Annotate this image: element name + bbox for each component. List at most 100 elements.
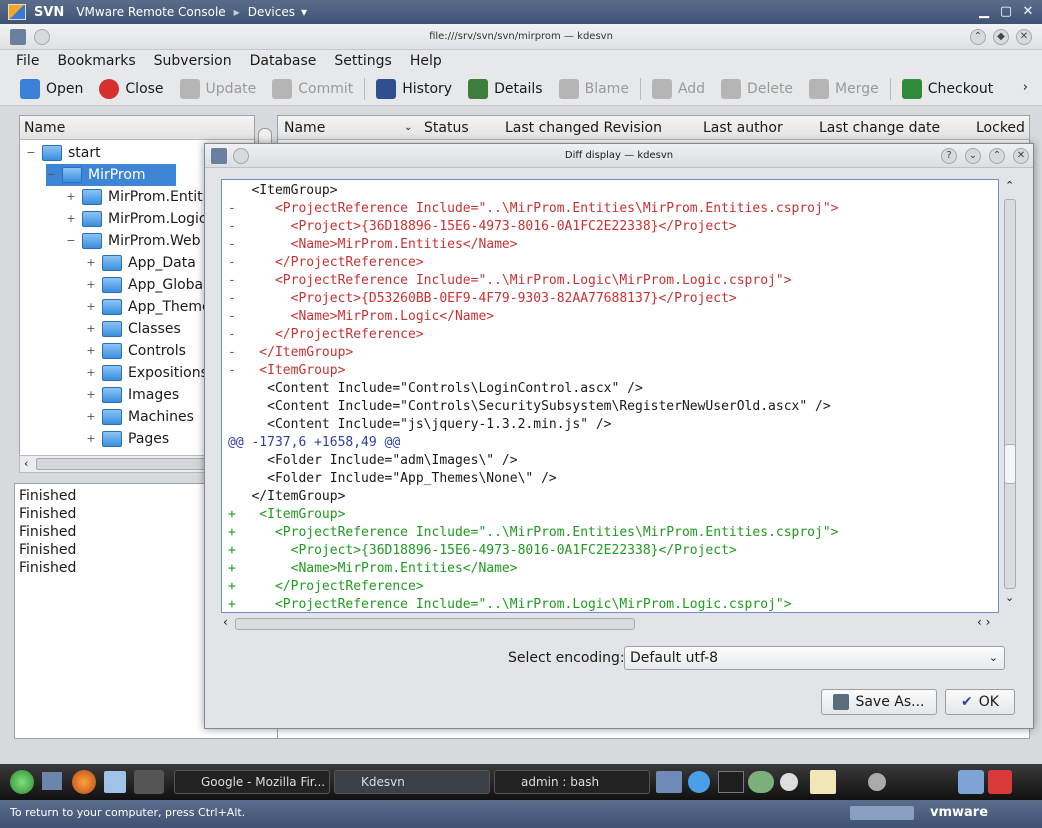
help-icon[interactable]: ? [941,148,957,164]
ok-button[interactable]: ✔ OK [945,689,1015,715]
update-button[interactable]: Update [172,74,265,104]
file-manager-icon[interactable] [104,771,126,793]
info-icon[interactable] [868,773,886,791]
expander-icon[interactable]: + [86,340,96,362]
devices-menu[interactable]: Devices [248,5,295,19]
menu-database[interactable]: Database [250,53,317,69]
close-icon[interactable]: ✕ [1016,29,1032,45]
diff-vertical-scrollbar[interactable]: ⌃ ⌄ [1001,179,1019,613]
tree-item[interactable]: + MirProm.Logic [66,208,207,230]
maximize-icon[interactable]: ⌃ [989,148,1005,164]
expander-icon[interactable]: − [26,142,36,164]
scroll-down-icon[interactable]: ⌄ [1005,591,1014,604]
sort-chevron-icon[interactable]: ⌄ [404,116,412,140]
close-icon[interactable]: ✕ [1013,148,1029,164]
menu-file[interactable]: File [16,53,39,69]
tree-item[interactable]: + Expositions [86,362,208,384]
tree-item[interactable]: − MirProm [46,164,176,186]
tree-item[interactable]: + Controls [86,340,186,362]
menu-subversion[interactable]: Subversion [154,53,232,69]
maximize-icon[interactable]: ▢ [998,3,1014,19]
lock-screen-icon[interactable] [958,770,984,794]
details-button[interactable]: Details [460,74,551,104]
expander-icon[interactable]: + [86,252,96,274]
expander-icon[interactable]: + [86,428,96,450]
checkout-button[interactable]: Checkout [894,74,1002,104]
column-status[interactable]: Status [424,116,469,140]
tree-item[interactable]: − MirProm.Web [66,230,201,252]
merge-button[interactable]: Merge [801,74,887,104]
encoding-select[interactable]: Default utf-8 ⌄ [624,646,1005,670]
maximize-icon[interactable]: ◆ [993,29,1009,45]
open-button[interactable]: Open [12,74,91,104]
expander-icon[interactable]: + [66,208,76,230]
column-locked[interactable]: Locked [976,116,1025,140]
expander-icon[interactable]: + [86,406,96,428]
expander-icon[interactable]: − [46,164,56,186]
column-name[interactable]: Name [284,116,325,140]
app-icon[interactable] [10,29,26,45]
close-button[interactable]: Close [91,74,171,104]
pin-icon[interactable] [34,29,50,45]
kde-menu-icon[interactable] [10,770,34,794]
save-as-button[interactable]: Save As... [821,689,937,715]
terminal-icon[interactable] [718,771,744,793]
database-icon[interactable] [748,771,774,793]
tree-item[interactable]: + Machines [86,406,194,428]
tree-item[interactable]: + App_Data [86,252,196,274]
taskbar-kdesvn[interactable]: Kdesvn [334,770,490,794]
taskbar-firefox[interactable]: Google - Mozilla Fir... [174,770,330,794]
device-icons[interactable] [850,806,914,820]
commit-button[interactable]: Commit [264,74,361,104]
column-last-changed-revision[interactable]: Last changed Revision [505,116,662,140]
scrollbar-thumb[interactable] [235,618,635,630]
vertical-scroll-track[interactable] [1004,199,1016,589]
scroll-left-icon[interactable]: ‹ [24,457,28,470]
expander-icon[interactable]: + [66,186,76,208]
expander-icon[interactable]: + [86,362,96,384]
close-icon[interactable]: ✕ [1020,3,1036,19]
expander-icon[interactable]: − [66,230,76,252]
network-icon[interactable] [656,771,682,793]
column-last-change-date[interactable]: Last change date [819,116,940,140]
scroll-right-icon[interactable]: ‹ › [977,615,990,629]
scroll-up-icon[interactable]: ⌃ [1005,179,1014,192]
tree-item[interactable]: + Classes [86,318,181,340]
expander-icon[interactable]: + [86,274,96,296]
pager-icon[interactable] [134,770,164,794]
help-icon[interactable]: ⌃ [970,29,986,45]
pin-icon[interactable] [233,148,249,164]
toolbar-overflow-icon[interactable]: › [1023,80,1028,95]
scrollbar-thumb[interactable] [1004,444,1016,484]
diff-horizontal-scrollbar[interactable]: ‹ ‹ › [221,615,999,633]
tree-header[interactable]: Name [20,116,254,140]
logout-icon[interactable] [988,770,1012,794]
skype-icon[interactable] [688,771,710,793]
add-button[interactable]: Add [644,74,713,104]
column-last-author[interactable]: Last author [703,116,783,140]
blame-button[interactable]: Blame [551,74,637,104]
clipboard-icon[interactable] [810,770,836,794]
menu-help[interactable]: Help [410,53,442,69]
tree-item[interactable]: + Pages [86,428,169,450]
tree-item[interactable]: + MirProm.Entities [66,186,222,208]
tree-item[interactable]: + App_Themes [86,296,218,318]
tree-item[interactable]: − start [26,142,101,164]
expander-icon[interactable]: + [86,296,96,318]
expander-icon[interactable]: + [86,384,96,406]
history-button[interactable]: History [368,74,460,104]
minimize-icon[interactable]: ▁ [976,3,992,19]
menu-settings[interactable]: Settings [334,53,391,69]
show-desktop-icon[interactable] [42,772,62,790]
menu-bookmarks[interactable]: Bookmarks [57,53,135,69]
expander-icon[interactable]: + [86,318,96,340]
tree-item[interactable]: + Images [86,384,179,406]
delete-button[interactable]: Delete [713,74,801,104]
volume-icon[interactable] [780,773,798,791]
diff-text-view[interactable]: <ItemGroup> - <ProjectReference Include="… [221,179,999,613]
chevron-down-icon[interactable]: ▾ [301,5,307,19]
dialog-app-icon[interactable] [211,148,227,164]
scroll-left-icon[interactable]: ‹ [223,615,228,629]
taskbar-bash[interactable]: admin : bash [494,770,650,794]
minimize-icon[interactable]: ⌄ [965,148,981,164]
